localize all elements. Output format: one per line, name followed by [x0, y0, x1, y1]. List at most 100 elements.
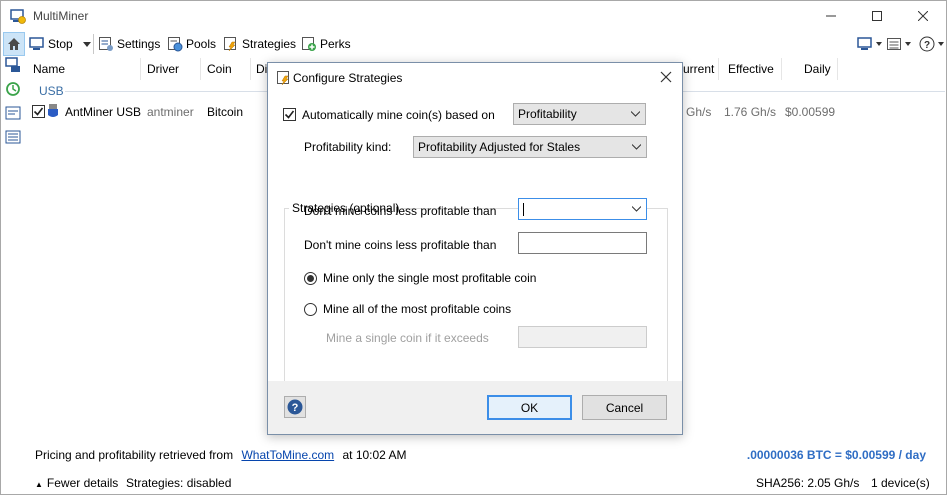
usb-device-icon — [47, 104, 59, 121]
device-coin: Bitcoin — [207, 105, 244, 119]
monitor-icon — [857, 37, 872, 50]
profit-kind-select[interactable]: Profitability Adjusted for Stales — [413, 136, 647, 158]
cancel-button[interactable]: Cancel — [582, 395, 667, 420]
stop-button[interactable]: Stop — [29, 34, 94, 54]
text-caret — [523, 203, 524, 217]
process-log-icon[interactable] — [5, 129, 21, 145]
minimize-button[interactable] — [808, 1, 854, 31]
configure-strategies-dialog: Configure Strategies Automatically mine … — [267, 62, 683, 435]
collapse-arrow-icon: ▲ — [35, 480, 43, 489]
checkmark-icon — [284, 110, 295, 119]
maximize-icon — [872, 11, 882, 21]
minimize-icon — [826, 15, 836, 17]
device-group-label[interactable]: USB — [39, 84, 64, 98]
strategies-button[interactable]: Strategies — [223, 34, 296, 54]
dialog-title: Configure Strategies — [293, 71, 403, 85]
single-threshold-input[interactable] — [518, 326, 647, 348]
devices-icon[interactable] — [5, 57, 21, 73]
title-bar: MultiMiner — [1, 1, 946, 31]
device-effective-hashrate: 1.76 Gh/s — [724, 105, 777, 119]
chevron-down-icon — [632, 206, 641, 212]
dialog-title-bar: Configure Strategies — [268, 63, 682, 93]
help-button[interactable]: ? — [919, 34, 947, 54]
column-header-coin[interactable]: Coin — [207, 62, 232, 76]
device-driver: antminer — [147, 105, 194, 119]
whattomine-link[interactable]: WhatToMine.com — [241, 448, 334, 462]
chevron-down-icon — [82, 41, 91, 47]
column-header-effective[interactable]: Effective — [728, 62, 774, 76]
monitor-stop-icon — [29, 37, 44, 50]
list-view-icon — [887, 38, 901, 50]
profit-kind-label: Profitability kind: — [304, 140, 392, 154]
multiminer-app-icon — [10, 8, 26, 24]
column-divider — [250, 58, 251, 80]
earnings-summary[interactable]: .00000036 BTC = $0.00599 / day — [747, 448, 926, 462]
strategies-icon — [224, 37, 236, 52]
perks-icon — [302, 37, 316, 51]
maximize-button[interactable] — [854, 1, 900, 31]
strategies-status[interactable]: Strategies: disabled — [126, 476, 231, 490]
settings-label: Settings — [117, 37, 161, 51]
help-icon: ? — [287, 399, 303, 415]
min-profit-combo[interactable] — [518, 198, 647, 220]
mine-all-radio[interactable] — [304, 303, 317, 316]
settings-icon — [99, 37, 113, 51]
checkmark-icon — [33, 107, 44, 116]
svg-text:?: ? — [292, 402, 299, 414]
fewer-details-toggle[interactable]: ▲ Fewer details — [35, 476, 118, 490]
column-header-name[interactable]: Name — [33, 62, 65, 76]
hashrate-status: SHA256: 2.05 Gh/s — [756, 476, 860, 490]
fewer-details-label: Fewer details — [46, 476, 119, 490]
column-header-daily[interactable]: Daily — [804, 62, 831, 76]
api-log-icon[interactable] — [5, 105, 21, 121]
pools-button[interactable]: Pools — [167, 34, 216, 54]
device-current-hashrate: Gh/s — [686, 105, 712, 119]
stop-label: Stop — [48, 37, 73, 51]
column-header-current[interactable]: urrent — [683, 62, 714, 76]
column-divider — [718, 58, 719, 80]
chevron-down-icon — [905, 42, 911, 46]
column-divider — [837, 58, 838, 80]
device-enabled-checkbox[interactable] — [32, 105, 45, 118]
min-profit-label-2: Don't mine coins less profitable than — [304, 238, 497, 252]
strategies-label: Strategies — [242, 37, 297, 51]
device-daily-earnings: $0.00599 — [785, 105, 836, 119]
settings-button[interactable]: Settings — [98, 34, 160, 54]
device-count-status: 1 device(s) — [871, 476, 930, 490]
mine-based-on-value: Profitability — [518, 107, 577, 121]
perks-button[interactable]: Perks — [301, 34, 351, 54]
view-options-button[interactable] — [857, 34, 885, 54]
mine-based-on-select[interactable]: Profitability — [513, 103, 646, 125]
column-header-driver[interactable]: Driver — [147, 62, 179, 76]
main-window: MultiMiner Stop Settings Pools Strategie… — [0, 0, 947, 495]
pools-icon — [168, 37, 183, 52]
toolbar-separator — [93, 34, 94, 54]
home-icon — [8, 38, 20, 50]
dialog-close-button[interactable] — [660, 71, 672, 86]
svg-text:?: ? — [924, 40, 930, 51]
strategies-icon — [276, 70, 292, 89]
dialog-help-button[interactable]: ? — [284, 396, 306, 418]
dialog-footer: ? OK Cancel — [268, 381, 682, 434]
column-divider — [140, 58, 141, 80]
close-window-button[interactable] — [900, 1, 946, 31]
history-icon[interactable] — [5, 81, 21, 97]
details-view-button[interactable] — [886, 34, 914, 54]
ok-button[interactable]: OK — [487, 395, 572, 420]
device-name: AntMiner USB — [65, 105, 142, 119]
min-profit-input[interactable] — [518, 232, 647, 254]
profit-kind-value: Profitability Adjusted for Stales — [418, 140, 581, 154]
column-header-difficulty[interactable]: Di — [256, 62, 267, 76]
pricing-time: at 10:02 AM — [342, 448, 407, 462]
column-divider — [781, 58, 782, 80]
single-threshold-label: Mine a single coin if it exceeds — [326, 331, 489, 345]
auto-mine-label: Automatically mine coin(s) based on — [302, 108, 495, 122]
home-button[interactable] — [3, 32, 25, 56]
mine-single-radio[interactable] — [304, 272, 317, 285]
chevron-down-icon — [938, 42, 944, 46]
auto-mine-checkbox[interactable] — [283, 108, 296, 121]
mine-all-label: Mine all of the most profitable coins — [323, 302, 512, 316]
toolbar: Stop Settings Pools Strategies Perks ? — [1, 31, 946, 57]
help-icon: ? — [919, 36, 935, 52]
perks-label: Perks — [320, 37, 351, 51]
